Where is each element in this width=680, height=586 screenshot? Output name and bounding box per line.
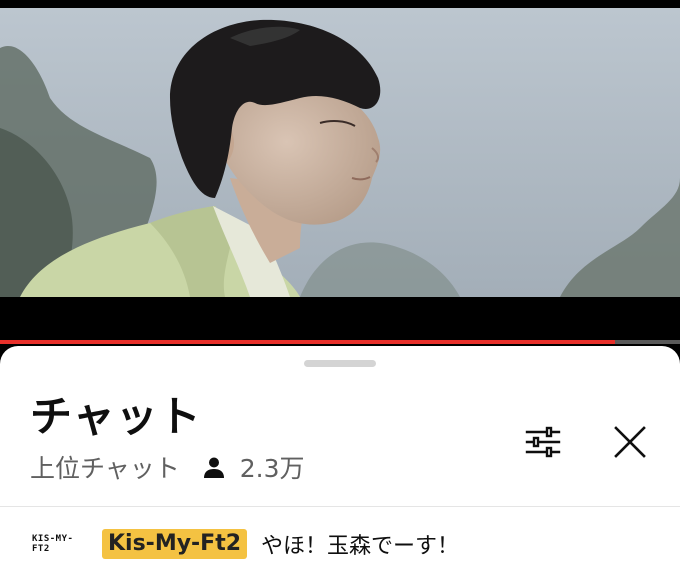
- video-progress-bar[interactable]: [0, 340, 680, 344]
- author-name-badge[interactable]: Kis-My-Ft2: [102, 529, 248, 559]
- viewer-count: 2.3万: [239, 454, 305, 483]
- video-progress-fill: [0, 340, 616, 344]
- video-player[interactable]: [0, 0, 680, 345]
- chat-message[interactable]: KIS-MY-FT2 Kis-My-Ft2 やほ！玉森でーす！: [32, 524, 459, 564]
- video-frame[interactable]: [0, 8, 680, 297]
- viewers-icon: [203, 457, 224, 478]
- sliders-icon: [525, 426, 561, 458]
- chat-mode-label: 上位チャット: [30, 454, 180, 483]
- filter-button[interactable]: [519, 418, 567, 466]
- close-button[interactable]: [606, 418, 654, 466]
- chat-mode-selector[interactable]: 上位チャット 2.3万: [30, 452, 305, 483]
- chat-panel: チャット 上位チャット 2.3万 KIS-MY-FT2 Kis-My-Ft2 や…: [0, 346, 680, 586]
- close-icon: [614, 426, 646, 458]
- drag-handle[interactable]: [304, 360, 376, 367]
- message-text: やほ！玉森でーす！: [261, 534, 460, 559]
- author-avatar[interactable]: KIS-MY-FT2: [32, 534, 84, 554]
- video-thumbnail-image: [0, 8, 680, 297]
- chat-title: チャット: [30, 392, 202, 441]
- divider: [0, 506, 680, 507]
